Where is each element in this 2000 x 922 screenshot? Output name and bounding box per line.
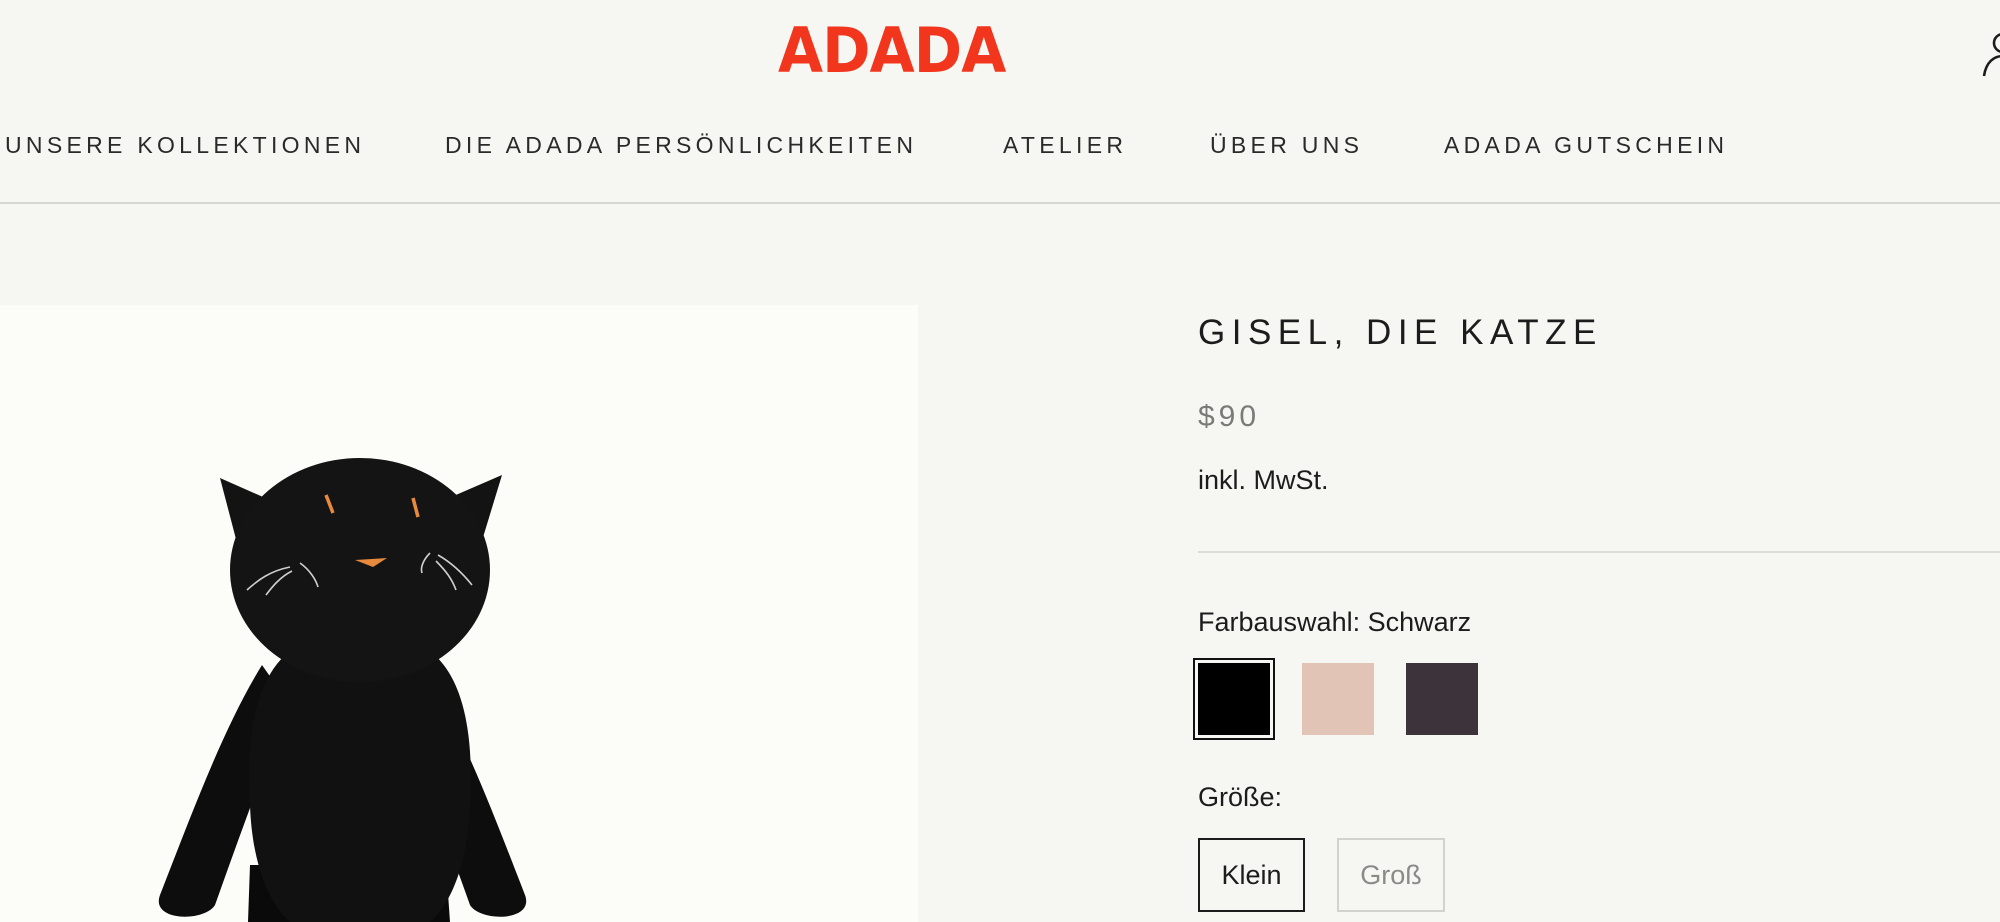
size-option-label: Größe: — [1198, 782, 1283, 812]
nav-item-gift-card[interactable]: ADADA GUTSCHEIN — [1444, 132, 1728, 159]
main-nav: UNSERE KOLLEKTIONEN DIE ADADA PERSÖNLICH… — [0, 132, 2000, 164]
nav-item-about[interactable]: ÜBER UNS — [1210, 132, 1363, 159]
size-button-gross[interactable]: Groß — [1337, 838, 1445, 912]
product-title: GISEL, DIE KATZE — [1198, 313, 1603, 352]
color-swatch-aubergine[interactable] — [1406, 663, 1478, 735]
nav-item-atelier[interactable]: ATELIER — [1003, 132, 1127, 159]
product-image[interactable] — [0, 305, 918, 922]
color-swatch-rosa[interactable] — [1302, 663, 1374, 735]
tax-note: inkl. MwSt. — [1198, 465, 1329, 495]
color-swatch-schwarz[interactable] — [1198, 663, 1270, 735]
divider — [1198, 551, 2000, 553]
brand-logo[interactable]: ADADA — [778, 14, 1006, 87]
site-header: ADADA UNSERE KOLLEKTIONEN DIE ADADA PERS… — [0, 0, 2000, 204]
nav-item-collections[interactable]: UNSERE KOLLEKTIONEN — [5, 132, 365, 159]
user-icon[interactable] — [1982, 30, 2000, 78]
size-button-klein[interactable]: Klein — [1198, 838, 1305, 912]
color-option-label: Farbauswahl: Schwarz — [1198, 607, 1472, 637]
product-price: $90 — [1198, 400, 1261, 433]
plush-cat-image — [158, 458, 527, 922]
nav-item-personalities[interactable]: DIE ADADA PERSÖNLICHKEITEN — [445, 132, 917, 159]
